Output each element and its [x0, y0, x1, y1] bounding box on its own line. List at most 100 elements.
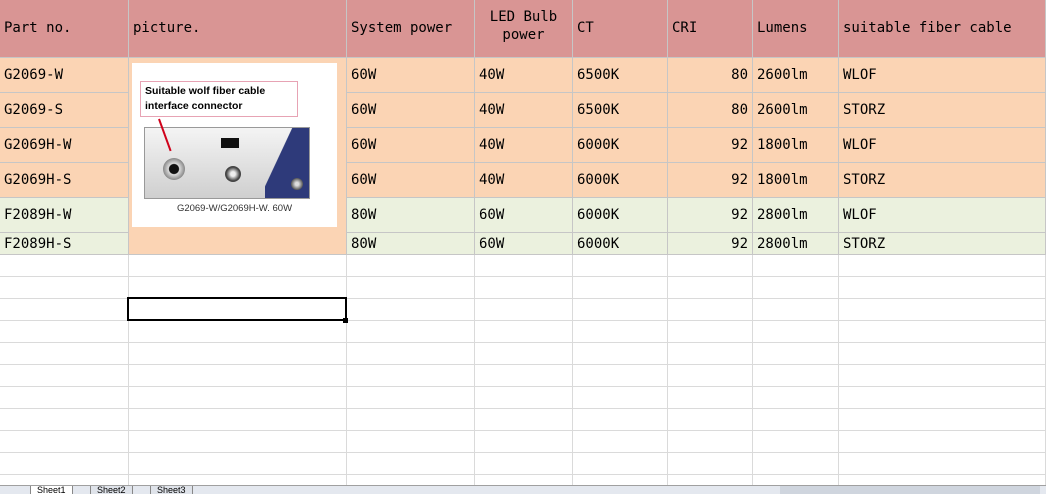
table-row-3-bulb[interactable]: 40W	[475, 128, 573, 163]
header-led-bulb-power[interactable]: LED Bulb power	[475, 0, 573, 58]
table-row-1-lumens[interactable]: 2600lm	[753, 58, 839, 93]
empty-cell[interactable]	[753, 365, 839, 387]
empty-cell[interactable]	[753, 431, 839, 453]
empty-cell[interactable]	[475, 343, 573, 365]
header-lumens[interactable]: Lumens	[753, 0, 839, 58]
empty-cell[interactable]	[475, 277, 573, 299]
empty-cell[interactable]	[129, 409, 347, 431]
empty-cell[interactable]	[475, 255, 573, 277]
empty-cell[interactable]	[0, 387, 129, 409]
empty-cell[interactable]	[0, 343, 129, 365]
empty-cell[interactable]	[0, 299, 129, 321]
empty-cell[interactable]	[475, 475, 573, 485]
table-row-5-cable[interactable]: WLOF	[839, 198, 1046, 233]
empty-cell[interactable]	[475, 431, 573, 453]
empty-cell[interactable]	[129, 475, 347, 485]
empty-cell[interactable]	[347, 453, 475, 475]
empty-cell[interactable]	[668, 453, 753, 475]
table-row-3-part[interactable]: G2069H-W	[0, 128, 129, 163]
empty-cell[interactable]	[475, 387, 573, 409]
header-ct[interactable]: CT	[573, 0, 668, 58]
empty-cell[interactable]	[839, 299, 1046, 321]
table-row-1-cable[interactable]: WLOF	[839, 58, 1046, 93]
empty-cell[interactable]	[839, 255, 1046, 277]
empty-cell[interactable]	[839, 409, 1046, 431]
table-row-1-part[interactable]: G2069-W	[0, 58, 129, 93]
table-row-2-bulb[interactable]: 40W	[475, 93, 573, 128]
empty-cell[interactable]	[839, 387, 1046, 409]
empty-cell[interactable]	[475, 453, 573, 475]
table-row-1-ct[interactable]: 6500K	[573, 58, 668, 93]
table-row-2-cri[interactable]: 80	[668, 93, 753, 128]
empty-cell[interactable]	[129, 453, 347, 475]
table-row-4-ct[interactable]: 6000K	[573, 163, 668, 198]
empty-cell[interactable]	[0, 409, 129, 431]
empty-cell[interactable]	[753, 453, 839, 475]
empty-cell[interactable]	[573, 277, 668, 299]
table-row-2-cable[interactable]: STORZ	[839, 93, 1046, 128]
table-row-6-lumens[interactable]: 2800lm	[753, 233, 839, 255]
empty-cell[interactable]	[668, 255, 753, 277]
empty-cell[interactable]	[839, 277, 1046, 299]
table-row-2-system-power[interactable]: 60W	[347, 93, 475, 128]
empty-cell[interactable]	[753, 343, 839, 365]
empty-cell[interactable]	[347, 409, 475, 431]
product-picture[interactable]: Suitable wolf fiber cable interface conn…	[132, 63, 337, 227]
empty-cell[interactable]	[753, 409, 839, 431]
empty-cell[interactable]	[839, 343, 1046, 365]
table-row-4-lumens[interactable]: 1800lm	[753, 163, 839, 198]
table-row-1-bulb[interactable]: 40W	[475, 58, 573, 93]
empty-cell[interactable]	[668, 475, 753, 485]
header-cri[interactable]: CRI	[668, 0, 753, 58]
empty-cell[interactable]	[839, 475, 1046, 485]
empty-cell[interactable]	[129, 387, 347, 409]
empty-cell[interactable]	[129, 431, 347, 453]
table-row-5-lumens[interactable]: 2800lm	[753, 198, 839, 233]
empty-cell[interactable]	[0, 475, 129, 485]
empty-cell[interactable]	[129, 255, 347, 277]
empty-cell[interactable]	[573, 475, 668, 485]
empty-cell[interactable]	[129, 321, 347, 343]
table-row-6-cri[interactable]: 92	[668, 233, 753, 255]
table-row-6-bulb[interactable]: 60W	[475, 233, 573, 255]
empty-cell[interactable]	[668, 387, 753, 409]
table-row-6-cable[interactable]: STORZ	[839, 233, 1046, 255]
header-part-no[interactable]: Part no.	[0, 0, 129, 58]
table-row-3-system-power[interactable]: 60W	[347, 128, 475, 163]
empty-cell[interactable]	[129, 343, 347, 365]
empty-cell[interactable]	[573, 409, 668, 431]
table-row-5-part[interactable]: F2089H-W	[0, 198, 129, 233]
table-row-1-cri[interactable]: 80	[668, 58, 753, 93]
empty-cell[interactable]	[0, 431, 129, 453]
empty-cell[interactable]	[347, 299, 475, 321]
table-row-4-cable[interactable]: STORZ	[839, 163, 1046, 198]
table-row-3-cable[interactable]: WLOF	[839, 128, 1046, 163]
empty-cell[interactable]	[668, 343, 753, 365]
empty-cell[interactable]	[753, 299, 839, 321]
empty-cell[interactable]	[753, 255, 839, 277]
empty-cell[interactable]	[668, 277, 753, 299]
empty-cell[interactable]	[668, 321, 753, 343]
empty-cell[interactable]	[347, 431, 475, 453]
table-row-3-lumens[interactable]: 1800lm	[753, 128, 839, 163]
empty-cell[interactable]	[839, 453, 1046, 475]
empty-cell[interactable]	[347, 475, 475, 485]
table-row-3-cri[interactable]: 92	[668, 128, 753, 163]
header-picture[interactable]: picture.	[129, 0, 347, 58]
empty-cell[interactable]	[573, 365, 668, 387]
empty-cell[interactable]	[475, 299, 573, 321]
empty-cell[interactable]	[573, 431, 668, 453]
header-fiber-cable[interactable]: suitable fiber cable	[839, 0, 1046, 58]
empty-cell[interactable]	[839, 321, 1046, 343]
empty-cell[interactable]	[573, 343, 668, 365]
table-row-5-bulb[interactable]: 60W	[475, 198, 573, 233]
empty-cell[interactable]	[573, 453, 668, 475]
empty-cell[interactable]	[668, 365, 753, 387]
table-row-1-system-power[interactable]: 60W	[347, 58, 475, 93]
empty-cell[interactable]	[573, 255, 668, 277]
empty-cell[interactable]	[0, 453, 129, 475]
table-row-6-part[interactable]: F2089H-S	[0, 233, 129, 255]
table-row-4-part[interactable]: G2069H-S	[0, 163, 129, 198]
empty-cell[interactable]	[839, 431, 1046, 453]
table-row-5-cri[interactable]: 92	[668, 198, 753, 233]
